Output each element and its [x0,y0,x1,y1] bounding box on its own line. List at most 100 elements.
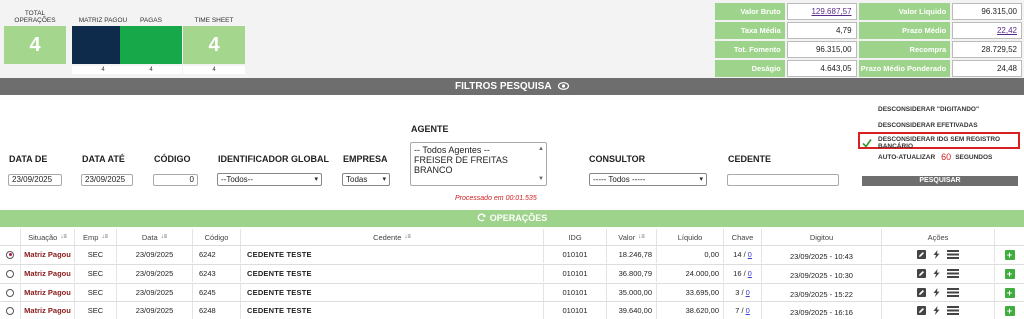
edit-icon[interactable] [917,269,926,278]
list-icon[interactable] [947,306,959,315]
list-icon[interactable] [947,269,959,278]
pesquisar-button[interactable]: PESQUISAR [862,176,1018,186]
edit-icon[interactable] [917,306,926,315]
valor-bruto-link[interactable]: 129.687,57 [786,3,857,20]
checkmark-icon[interactable] [862,138,872,148]
chave-link[interactable]: 0 [746,306,750,315]
col-emp[interactable]: Emp ↓≡ [74,229,116,245]
data-cell: 23/09/2025 [116,265,192,282]
acoes-cell [881,246,994,263]
option-desconsiderar-efetivadas[interactable]: DESCONSIDERAR EFETIVADAS [862,120,978,130]
table-row[interactable]: Matriz Pagou SEC 23/09/2025 6248 CEDENTE TES… [0,301,1024,319]
eye-icon[interactable] [557,79,570,96]
list-item[interactable]: -- Todos Agentes -- [414,145,543,155]
cedente-input[interactable] [727,174,839,186]
col-situacao[interactable]: Situação ↓≡ [20,229,74,245]
codigo-input[interactable]: 0 [153,174,198,186]
table-row[interactable]: Matriz Pagou SEC 23/09/2025 6245 CEDENTE TES… [0,283,1024,301]
emp-cell: SEC [74,284,116,301]
codigo-cell: 6248 [192,302,240,319]
summary-row: Deságio 4.643,05 Prazo Médio Ponderado 2… [715,60,1022,77]
edit-icon[interactable] [917,250,926,259]
empresa-select[interactable]: Todas ▾ [342,173,390,186]
seconds-value[interactable]: 60 [941,152,951,162]
liquido-cell: 0,00 [656,246,723,263]
col-chave[interactable]: Chave [723,229,761,245]
table-row[interactable]: Matriz Pagou SEC 23/09/2025 6242 CEDENTE TES… [0,245,1024,263]
digitou-cell: 23/09/2025 - 15:22 [761,284,881,301]
liquido-cell: 38.620,00 [656,302,723,319]
col-valor[interactable]: Valor ↓≡ [606,229,656,245]
col-acoes: Ações [881,229,994,245]
emp-cell: SEC [74,246,116,263]
scroll-down-icon[interactable]: ▼ [538,174,544,184]
list-icon[interactable] [947,250,959,259]
idg-cell: 010101 [543,302,606,319]
sort-icon[interactable]: ↓≡ [638,234,645,240]
scroll-up-icon[interactable]: ▲ [538,144,544,154]
data-cell: 23/09/2025 [116,284,192,301]
counter-box[interactable] [120,26,182,64]
counter-box[interactable]: 4 [4,26,66,64]
chave-cell: 14 /0 [723,246,761,263]
sort-icon[interactable]: ↓≡ [161,234,168,240]
data-de-input[interactable]: 23/09/2025 [8,174,62,186]
col-digitou[interactable]: Digitou [761,229,881,245]
table-row[interactable]: Matriz Pagou SEC 23/09/2025 6243 CEDENTE TES… [0,264,1024,282]
add-icon[interactable]: + [1004,287,1015,298]
list-item[interactable]: FREISER DE FREITAS BRANCO [414,155,543,175]
sort-icon[interactable]: ↓≡ [404,234,411,240]
list-icon[interactable] [947,288,959,297]
col-data[interactable]: Data ↓≡ [116,229,192,245]
add-icon[interactable]: + [1004,268,1015,279]
row-radio[interactable] [6,306,14,315]
operations-table-header: Situação ↓≡ Emp ↓≡ Data ↓≡ Código Cedente ↓≡… [0,229,1024,245]
counter-time-sheet[interactable]: TIME SHEET 4 4 [183,4,245,74]
add-icon[interactable]: + [1004,249,1015,260]
idg-cell: 010101 [543,284,606,301]
sort-icon[interactable]: ↓≡ [60,234,67,240]
chave-link[interactable]: 0 [746,288,750,297]
edit-icon[interactable] [917,288,926,297]
lightning-icon[interactable] [932,288,941,297]
counter-total-operacoes[interactable]: TOTAL OPERAÇÕES 4 [4,4,66,64]
idg-cell: 010101 [543,265,606,282]
identificador-select[interactable]: --Todos-- ▾ [217,173,322,186]
lightning-icon[interactable] [932,250,941,259]
row-radio[interactable] [6,250,14,259]
data-ate-input[interactable]: 23/09/2025 [81,174,133,186]
counter-pagas[interactable]: PAGAS 4 [120,4,182,74]
checkbox[interactable] [862,120,872,130]
checkbox[interactable] [862,152,872,162]
refresh-icon[interactable] [477,211,486,228]
row-radio[interactable] [6,269,14,278]
consultor-select[interactable]: ----- Todos ----- ▾ [589,173,707,186]
filters-header[interactable]: FILTROS PESQUISA [0,78,1024,95]
col-cedente[interactable]: Cedente ↓≡ [240,229,543,245]
option-auto-atualizar[interactable]: AUTO-ATUALIZAR 60 SEGUNDOS [862,152,992,162]
prazo-medio-link[interactable]: 22,42 [952,22,1022,39]
cedente-cell: CEDENTE TESTE [240,284,543,301]
lightning-icon[interactable] [932,269,941,278]
option-desconsiderar-digitando[interactable]: DESCONSIDERAR "DIGITANDO" [862,104,979,114]
cedente-cell: CEDENTE TESTE [240,265,543,282]
counter-box[interactable]: 4 [183,26,245,64]
add-icon[interactable]: + [1004,305,1015,316]
chave-link[interactable]: 0 [748,250,752,259]
digitou-cell: 23/09/2025 - 10:43 [761,246,881,263]
col-idg[interactable]: IDG [543,229,606,245]
chevron-down-icon: ▾ [314,176,318,183]
sort-icon[interactable]: ↓≡ [101,234,108,240]
valor-cell: 18.246,78 [606,246,656,263]
col-liquido[interactable]: Líquido [656,229,723,245]
agente-listbox[interactable]: -- Todos Agentes -- FREISER DE FREITAS B… [410,142,547,186]
chave-link[interactable]: 0 [748,269,752,278]
emp-cell: SEC [74,302,116,319]
row-radio[interactable] [6,288,14,297]
processing-time: Processado em 00:01.535 [455,195,537,202]
checkbox[interactable] [862,104,872,114]
lightning-icon[interactable] [932,306,941,315]
codigo-cell: 6243 [192,265,240,282]
col-codigo[interactable]: Código [192,229,240,245]
option-desconsiderar-idg[interactable]: DESCONSIDERAR IDG SEM REGISTRO BANCÁRIO [862,136,1024,150]
